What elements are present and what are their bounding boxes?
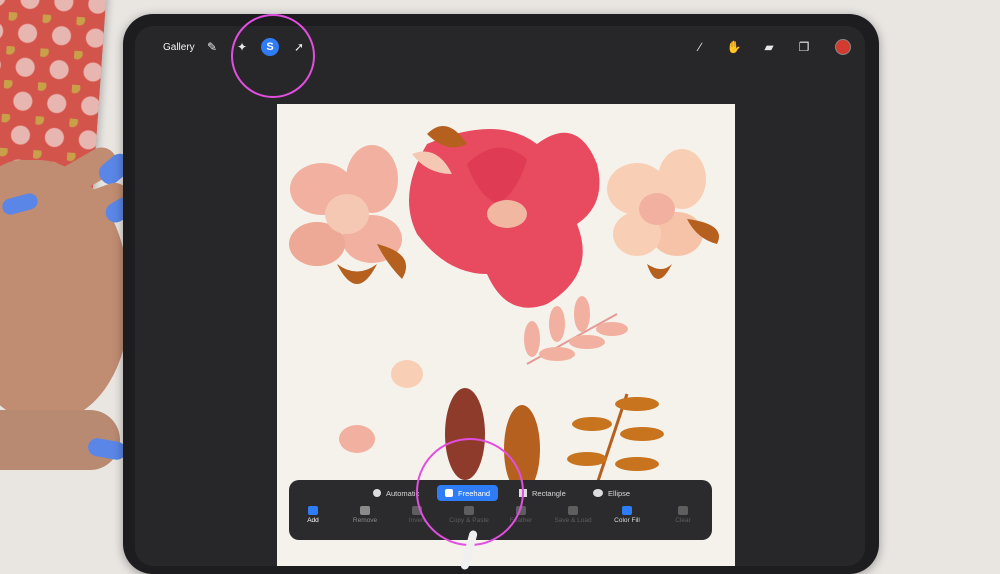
add-button[interactable]: Add [291,506,335,524]
color-fill-button[interactable]: Color Fill [605,506,649,524]
rust-leaf-branch [567,393,664,485]
peach-flower-left [289,145,407,284]
layers-icon[interactable]: ❐ [795,38,813,56]
highlight-ring-selection-tool [231,14,315,98]
color-fill-icon [622,506,632,515]
add-icon [308,506,318,515]
mode-ellipse[interactable]: Ellipse [585,485,638,501]
heart-icon [568,506,578,515]
gallery-button[interactable]: Gallery [163,42,195,53]
clear-button[interactable]: Clear [661,506,705,524]
color-swatch[interactable] [835,39,851,55]
brush-icon[interactable]: ∕ [691,38,709,56]
ellipse-icon [593,489,603,497]
small-peach-flower [391,360,423,388]
mode-label: Ellipse [608,488,631,498]
mode-label: Automatic [386,488,420,498]
highlight-ring-freehand [416,438,524,546]
remove-icon [360,506,370,515]
action-label: Save & Load [554,517,592,524]
wrench-icon[interactable]: ✎ [203,38,221,56]
action-label: Color Fill [614,517,640,524]
small-pink-flower [339,425,375,453]
action-label: Add [307,517,319,524]
mode-label: Rectangle [532,488,566,498]
action-label: Remove [352,517,378,524]
remove-button[interactable]: Remove [343,506,387,524]
automatic-icon [373,489,381,497]
action-label: Clear [675,517,691,524]
save-load-button[interactable]: Save & Load [551,506,595,524]
peach-flower-right [607,149,719,279]
smudge-icon[interactable]: ✋ [725,38,743,56]
broom-icon [678,506,688,515]
eraser-icon[interactable]: ▰ [760,38,778,56]
hibiscus-flower [409,126,600,308]
